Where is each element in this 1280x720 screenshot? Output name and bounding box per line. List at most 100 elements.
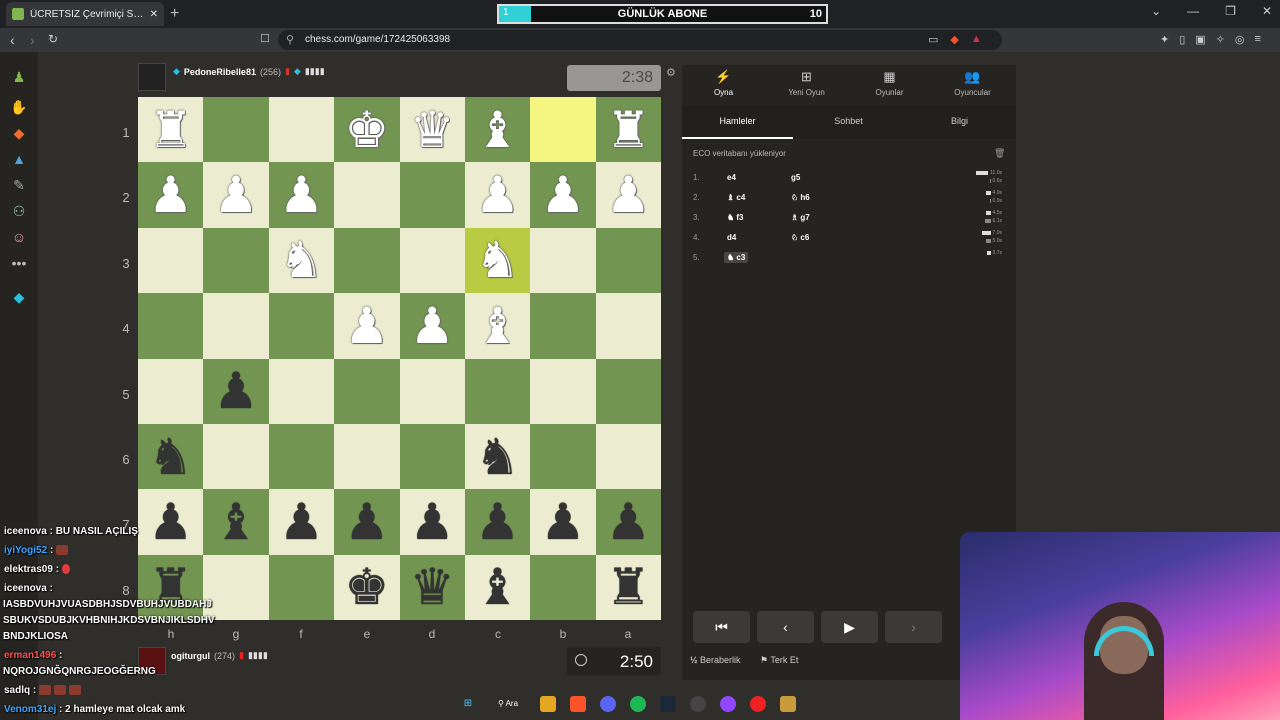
board-square[interactable]: ♚ (334, 97, 400, 163)
subtab-chat[interactable]: Sohbet (793, 116, 904, 126)
play-button[interactable]: ▶ (821, 611, 878, 643)
diamond-icon[interactable]: ◆ (9, 288, 29, 306)
board-square[interactable]: ♟ (334, 489, 400, 555)
white-rook-piece[interactable]: ♜ (148, 105, 193, 155)
board-square[interactable]: ♚ (334, 554, 400, 620)
white-pawn-piece[interactable]: ♟ (541, 170, 586, 220)
black-knight-piece[interactable]: ♞ (148, 432, 193, 482)
black-move[interactable]: g5 (788, 172, 803, 183)
black-pawn-piece[interactable]: ♟ (541, 497, 586, 547)
board-square[interactable]: ♞ (464, 227, 531, 294)
board-square[interactable] (138, 358, 204, 424)
game-launcher-icon[interactable] (780, 696, 796, 712)
white-pawn-piece[interactable]: ♟ (475, 170, 520, 220)
chess-logo-icon[interactable]: ♟ (9, 68, 29, 86)
white-knight-piece[interactable]: ♞ (279, 235, 324, 285)
file-explorer-icon[interactable] (540, 696, 556, 712)
site-info-icon[interactable]: ⚲ (286, 33, 294, 46)
white-pawn-piece[interactable]: ♟ (279, 170, 324, 220)
board-square[interactable] (530, 97, 596, 163)
bookmark-icon[interactable]: ☐ (260, 32, 270, 45)
board-square[interactable]: ♟ (464, 162, 531, 228)
board-square[interactable]: ♟ (595, 162, 661, 228)
next-move-button[interactable]: › (885, 611, 942, 643)
spotify-icon[interactable] (630, 696, 646, 712)
black-pawn-piece[interactable]: ♟ (410, 497, 455, 547)
social-icon[interactable]: ☺ (9, 228, 29, 246)
board-square[interactable] (268, 293, 335, 359)
obs-icon[interactable] (690, 696, 706, 712)
black-move[interactable]: ♘ c6 (788, 232, 812, 243)
board-square[interactable]: ♜ (595, 97, 661, 163)
address-bar[interactable]: ⚲ chess.com/game/172425063398 (278, 30, 1002, 50)
white-pawn-piece[interactable]: ♟ (344, 301, 389, 351)
close-tab-icon[interactable]: ✕ (150, 9, 158, 20)
tab-search-icon[interactable]: ⌄ (1151, 4, 1161, 18)
board-square[interactable]: ♟ (138, 162, 204, 228)
resign-button[interactable]: ⚑ Terk Et (760, 655, 798, 666)
black-king-piece[interactable]: ♚ (344, 562, 389, 612)
board-square[interactable] (595, 227, 661, 294)
white-pawn-piece[interactable]: ♟ (606, 170, 651, 220)
wallet-icon[interactable]: ▣ (1195, 33, 1205, 46)
board-square[interactable] (595, 423, 661, 490)
board-square[interactable] (334, 162, 400, 228)
board-square[interactable]: ♟ (595, 489, 661, 555)
board-square[interactable] (203, 423, 269, 490)
board-square[interactable] (203, 97, 269, 163)
black-pawn-piece[interactable]: ♟ (606, 497, 651, 547)
settings-gear-icon[interactable]: ⚙ (666, 66, 676, 79)
board-square[interactable] (399, 423, 465, 490)
play-icon[interactable]: ✋ (9, 98, 29, 116)
board-square[interactable] (268, 423, 335, 490)
board-square[interactable]: ♝ (464, 293, 531, 359)
board-square[interactable] (530, 554, 596, 620)
board-square[interactable]: ♝ (464, 554, 531, 620)
board-square[interactable]: ♟ (203, 358, 269, 424)
first-move-button[interactable]: ⏮ (693, 611, 750, 643)
board-square[interactable]: ♞ (138, 423, 204, 490)
browser-tab[interactable]: ÜCRETSİZ Çevrimiçi Satranç Oyna ✕ (6, 2, 164, 26)
news-icon[interactable]: ⚇ (9, 202, 29, 220)
tab-play[interactable]: ⚡ Oyna (682, 69, 765, 97)
board-square[interactable] (138, 293, 204, 359)
board-square[interactable] (399, 358, 465, 424)
steam-icon[interactable] (660, 696, 676, 712)
white-move[interactable]: e4 (724, 172, 739, 183)
white-move[interactable]: ♞ f3 (724, 212, 747, 223)
board-square[interactable]: ♟ (334, 293, 400, 359)
board-square[interactable]: ♟ (530, 489, 596, 555)
board-square[interactable] (268, 358, 335, 424)
white-pawn-piece[interactable]: ♟ (410, 301, 455, 351)
app-icon[interactable] (750, 696, 766, 712)
discord-icon[interactable] (600, 696, 616, 712)
white-bishop-piece[interactable]: ♝ (475, 301, 520, 351)
draw-button[interactable]: ½ Beraberlik (690, 655, 741, 665)
board-square[interactable]: ♟ (530, 162, 596, 228)
board-square[interactable] (530, 358, 596, 424)
white-move[interactable]: ♝ c4 (724, 192, 748, 203)
new-tab-button[interactable]: + (170, 5, 179, 23)
forward-icon[interactable]: › (30, 32, 35, 48)
menu-icon[interactable]: ≡ (1255, 33, 1261, 46)
board-square[interactable]: ♜ (138, 97, 204, 163)
board-square[interactable]: ♟ (203, 162, 269, 228)
top-player-name[interactable]: PedoneRibelle81 (184, 67, 256, 77)
board-square[interactable]: ♛ (399, 554, 465, 620)
black-move[interactable]: ♗ g7 (788, 212, 813, 223)
black-pawn-piece[interactable]: ♟ (475, 497, 520, 547)
board-square[interactable] (530, 293, 596, 359)
board-square[interactable]: ♟ (268, 162, 335, 228)
black-pawn-piece[interactable]: ♟ (279, 497, 324, 547)
black-rook-piece[interactable]: ♜ (606, 562, 651, 612)
black-bishop-piece[interactable]: ♝ (475, 562, 520, 612)
subtab-moves[interactable]: Hamleler (682, 116, 793, 126)
brave-rewards-icon[interactable]: ▲ (971, 33, 982, 46)
back-icon[interactable]: ‹ (10, 32, 15, 48)
black-queen-piece[interactable]: ♛ (410, 562, 455, 612)
white-pawn-piece[interactable]: ♟ (214, 170, 259, 220)
maximize-button[interactable]: ❐ (1225, 4, 1236, 18)
board-square[interactable]: ♝ (464, 97, 531, 163)
board-square[interactable] (268, 554, 335, 620)
board-square[interactable] (399, 227, 465, 294)
